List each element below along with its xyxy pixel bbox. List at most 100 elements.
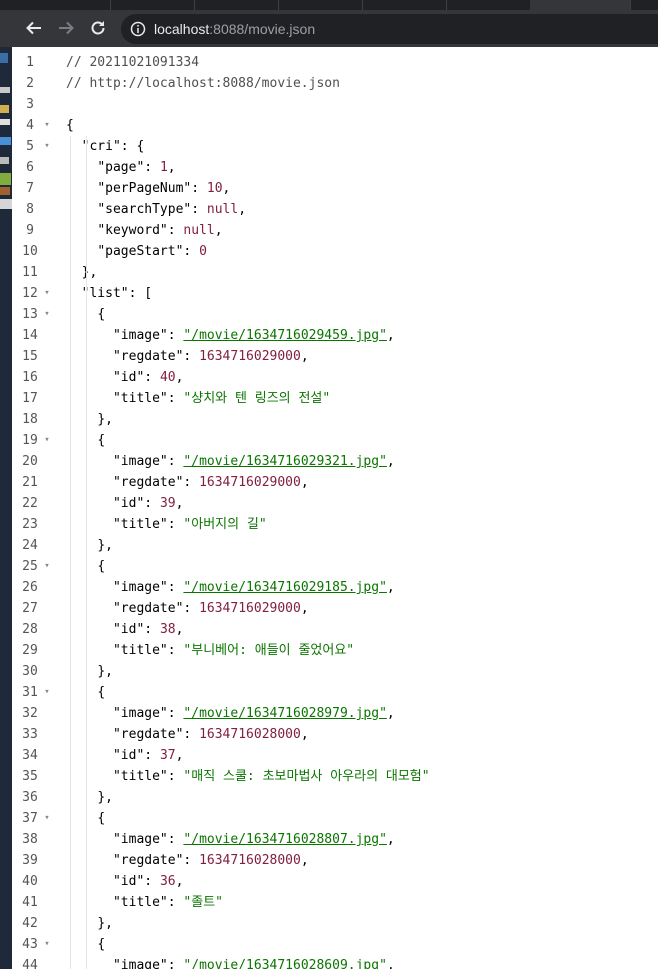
code-line: 26 "image": "/movie/1634716029185.jpg", bbox=[12, 577, 658, 598]
code-line: 39 "regdate": 1634716028000, bbox=[12, 850, 658, 871]
code-line: 15 "regdate": 1634716029000, bbox=[12, 346, 658, 367]
token-punct: : [ bbox=[128, 286, 153, 301]
forward-arrow-icon bbox=[59, 21, 74, 35]
line-number: 44 bbox=[22, 958, 38, 969]
token-punct: , bbox=[175, 622, 184, 637]
fold-arrow-icon[interactable]: ▾ bbox=[42, 136, 52, 157]
token-punct: { bbox=[97, 559, 106, 574]
browser-tab[interactable] bbox=[362, 0, 447, 10]
fold-arrow-icon[interactable]: ▾ bbox=[42, 934, 52, 955]
line-number: 9 bbox=[26, 223, 34, 238]
code-line: 34 "id": 37, bbox=[12, 745, 658, 766]
token-punct: { bbox=[97, 937, 106, 952]
line-number: 22 bbox=[22, 496, 38, 511]
fold-arrow-icon[interactable]: ▾ bbox=[42, 430, 52, 451]
code-text: "image": "/movie/1634716029459.jpg", bbox=[113, 325, 395, 346]
line-number: 38 bbox=[22, 832, 38, 847]
code-text: "id": 37, bbox=[113, 745, 183, 766]
code-line: 11}, bbox=[12, 262, 658, 283]
line-number: 20 bbox=[22, 454, 38, 469]
code-text: }, bbox=[97, 661, 113, 682]
token-punct: , bbox=[214, 223, 223, 238]
url-link[interactable]: "/movie/1634716028807.jpg" bbox=[183, 832, 387, 847]
line-number: 8 bbox=[26, 202, 34, 217]
code-text: { bbox=[66, 115, 74, 136]
back-button[interactable] bbox=[21, 15, 47, 41]
address-bar[interactable]: localhost:8088/movie.json bbox=[121, 14, 658, 44]
line-number: 16 bbox=[22, 370, 38, 385]
token-punct: , bbox=[386, 958, 395, 969]
line-number: 2 bbox=[26, 76, 34, 91]
code-line: 30}, bbox=[12, 661, 658, 682]
code-text: "regdate": 1634716029000, bbox=[113, 598, 309, 619]
token-key: "regdate" bbox=[112, 349, 184, 364]
url-link[interactable]: "/movie/1634716029321.jpg" bbox=[183, 454, 387, 469]
code-line: 1 // 20211021091334 bbox=[12, 52, 658, 73]
code-line: 28 "id": 38, bbox=[12, 619, 658, 640]
browser-toolbar: localhost:8088/movie.json bbox=[0, 10, 658, 47]
token-punct: }, bbox=[97, 916, 113, 931]
code-text: "list": [ bbox=[82, 283, 152, 304]
browser-tab[interactable] bbox=[278, 0, 363, 10]
fold-arrow-icon[interactable]: ▾ bbox=[42, 682, 52, 703]
token-key: "title" bbox=[112, 391, 168, 406]
token-punct: , bbox=[175, 748, 184, 763]
token-punct: { bbox=[97, 433, 106, 448]
token-num: 1634716028000 bbox=[199, 853, 301, 868]
reload-button[interactable] bbox=[85, 15, 111, 41]
line-number: 33 bbox=[22, 727, 38, 742]
fold-arrow-icon[interactable]: ▾ bbox=[42, 115, 52, 136]
url-text[interactable]: localhost:8088/movie.json bbox=[154, 21, 315, 37]
token-punct: { bbox=[97, 307, 106, 322]
code-text: "title": "아버지의 길" bbox=[113, 514, 267, 535]
line-number: 24 bbox=[22, 538, 38, 553]
token-punct: : bbox=[167, 706, 184, 721]
code-line: 22 "id": 39, bbox=[12, 493, 658, 514]
line-number: 39 bbox=[22, 853, 38, 868]
info-icon[interactable] bbox=[130, 21, 146, 37]
token-key: "image" bbox=[112, 328, 168, 343]
browser-tab[interactable] bbox=[0, 0, 111, 10]
url-link[interactable]: "/movie/1634716029459.jpg" bbox=[183, 328, 387, 343]
fold-arrow-icon[interactable]: ▾ bbox=[42, 283, 52, 304]
token-key: "image" bbox=[112, 832, 168, 847]
back-arrow-icon bbox=[26, 21, 41, 35]
code-line: 36}, bbox=[12, 787, 658, 808]
token-punct: : bbox=[167, 391, 184, 406]
url-link[interactable]: "/movie/1634716029185.jpg" bbox=[183, 580, 387, 595]
browser-tab[interactable] bbox=[194, 0, 279, 10]
line-number: 32 bbox=[22, 706, 38, 721]
token-punct: : bbox=[144, 622, 160, 637]
fold-arrow-icon[interactable]: ▾ bbox=[42, 556, 52, 577]
token-str: "샹치와 텐 링즈의 전설" bbox=[183, 391, 331, 406]
url-link[interactable]: "/movie/1634716028609.jpg" bbox=[183, 958, 387, 969]
token-punct: }, bbox=[97, 664, 113, 679]
token-punct: { bbox=[97, 685, 106, 700]
token-key: "id" bbox=[112, 874, 145, 889]
code-line: 3 bbox=[12, 94, 658, 115]
token-punct: , bbox=[175, 496, 184, 511]
url-link[interactable]: "/movie/1634716028979.jpg" bbox=[183, 706, 387, 721]
token-punct: }, bbox=[97, 412, 113, 427]
token-punct: }, bbox=[97, 790, 113, 805]
code-text: "image": "/movie/1634716028807.jpg", bbox=[113, 829, 395, 850]
line-number: 3 bbox=[26, 97, 34, 112]
line-number: 27 bbox=[22, 601, 38, 616]
line-number: 18 bbox=[22, 412, 38, 427]
browser-tab-active[interactable] bbox=[530, 0, 631, 10]
background-window-strip bbox=[0, 47, 12, 969]
token-num: 37 bbox=[159, 748, 176, 763]
url-path: :8088/movie.json bbox=[209, 21, 316, 37]
fold-arrow-icon[interactable]: ▾ bbox=[42, 808, 52, 829]
token-key: "id" bbox=[112, 748, 145, 763]
fold-arrow-icon[interactable]: ▾ bbox=[42, 304, 52, 325]
token-punct: , bbox=[300, 349, 309, 364]
code-line: 35 "title": "매직 스쿨: 초보마법사 아우라의 대모험" bbox=[12, 766, 658, 787]
code-line: 17 "title": "샹치와 텐 링즈의 전설" bbox=[12, 388, 658, 409]
token-punct: : bbox=[144, 874, 160, 889]
indent-guide bbox=[70, 136, 71, 969]
code-text: { bbox=[97, 682, 105, 703]
token-key: "image" bbox=[112, 454, 168, 469]
browser-tab[interactable] bbox=[110, 0, 195, 10]
forward-button[interactable] bbox=[53, 15, 79, 41]
